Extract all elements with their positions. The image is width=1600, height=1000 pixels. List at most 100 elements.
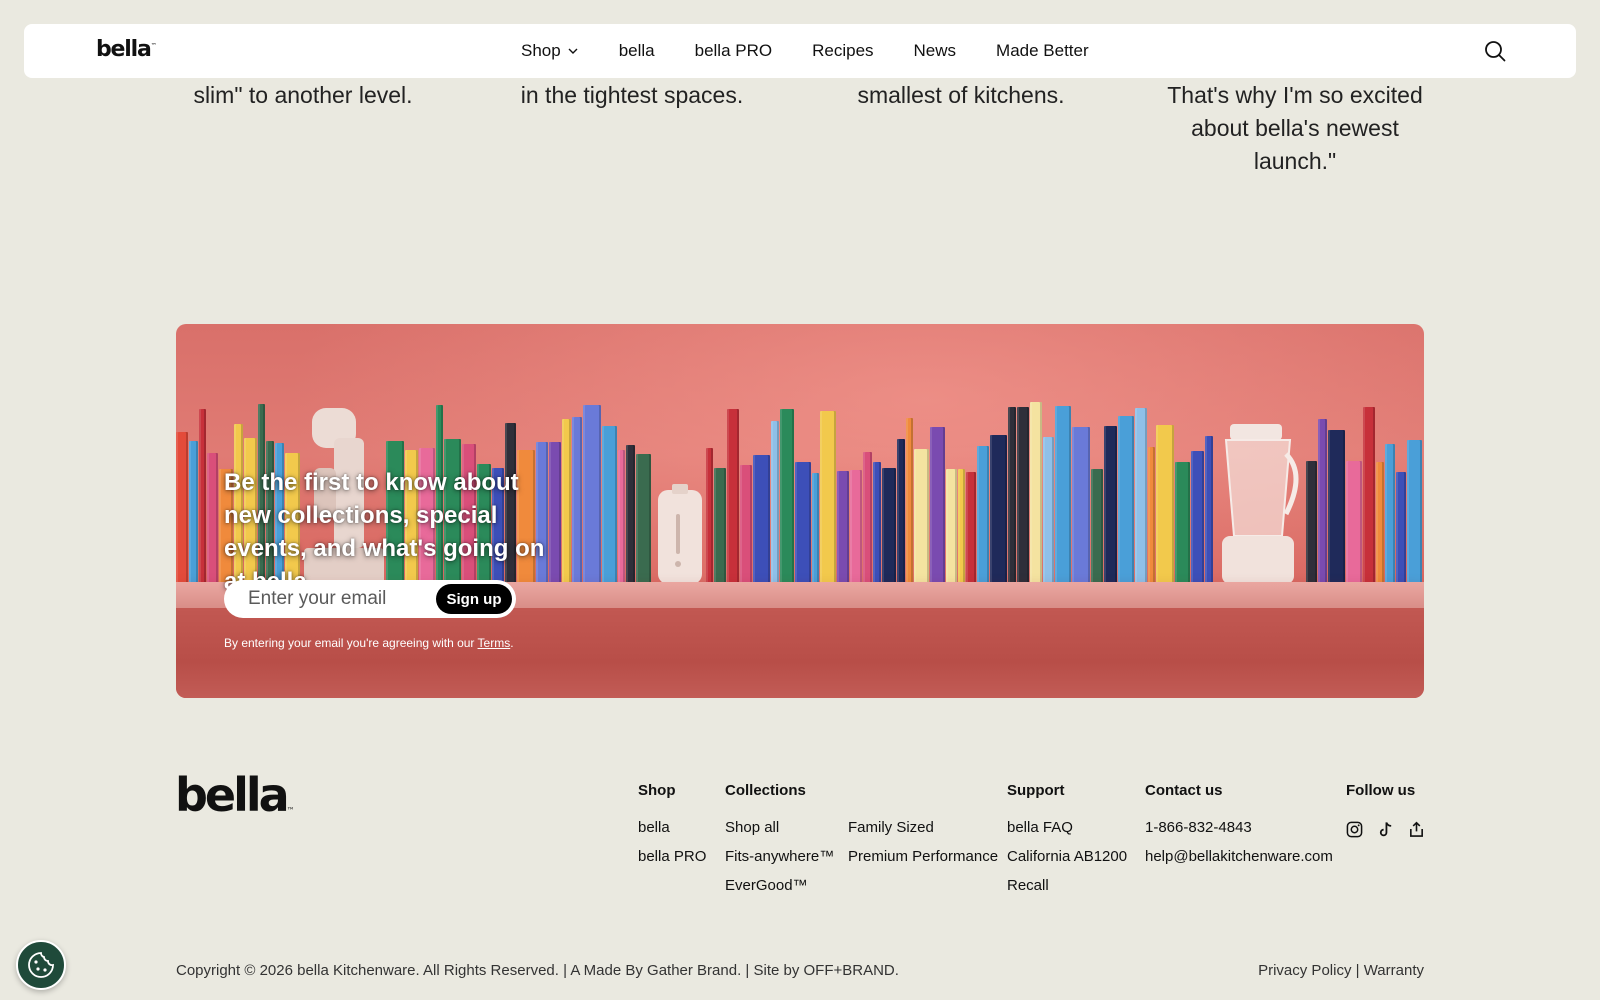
footer-link-california-ab1200[interactable]: California AB1200 xyxy=(1007,848,1127,877)
blender-image xyxy=(1222,424,1299,584)
privacy-policy-link[interactable]: Privacy Policy xyxy=(1258,962,1351,979)
nav-item-label: Shop xyxy=(521,41,561,60)
footer-column-heading: Contact us xyxy=(1145,782,1223,799)
book-spine xyxy=(1328,430,1345,584)
nav-logo-text: bella xyxy=(96,37,152,62)
book-spine xyxy=(1055,406,1071,584)
book-spine xyxy=(1407,440,1422,584)
book-spine xyxy=(199,409,206,584)
book-spine xyxy=(1175,462,1190,584)
chevron-down-icon xyxy=(568,48,578,54)
book-spine xyxy=(863,452,872,584)
email-input[interactable] xyxy=(224,581,424,617)
book-spine xyxy=(176,432,188,584)
book-spine xyxy=(977,446,989,584)
book-spine xyxy=(906,418,913,584)
newsletter-headline: Be the first to know about new collectio… xyxy=(224,469,545,595)
book-spine xyxy=(914,449,929,584)
book-spine xyxy=(1148,447,1155,584)
book-spine xyxy=(882,468,896,584)
footer-link-bella-pro[interactable]: bella PRO xyxy=(638,848,706,877)
primary-nav: Shop bella bella PRO Recipes News Made B… xyxy=(521,24,1089,78)
cookie-settings-button[interactable] xyxy=(16,940,66,990)
book-spine xyxy=(1118,416,1134,584)
footer-logo[interactable]: bella™ xyxy=(175,772,295,818)
sign-up-button[interactable]: Sign up xyxy=(436,584,512,614)
book-spine xyxy=(727,409,739,584)
legal-separator: | xyxy=(1355,962,1360,979)
nav-item-shop[interactable]: Shop xyxy=(521,41,579,61)
book-spine xyxy=(795,462,811,584)
nav-item-news[interactable]: News xyxy=(914,41,957,61)
nav-item-bella[interactable]: bella xyxy=(619,41,655,61)
footer-email-link[interactable]: help@bellakitchenware.com xyxy=(1145,848,1333,877)
book-spine xyxy=(189,441,198,584)
book-spine xyxy=(562,419,571,584)
book-spine xyxy=(740,465,752,584)
instagram-icon[interactable] xyxy=(1346,821,1363,838)
nav-item-recipes[interactable]: Recipes xyxy=(812,41,873,61)
book-spine xyxy=(602,426,617,584)
footer-link-premium-performance[interactable]: Premium Performance xyxy=(848,848,998,877)
testimonial-text: smallest of kitchens. xyxy=(857,82,1065,108)
book-spine xyxy=(946,469,957,584)
book-spine xyxy=(771,421,779,584)
footer-link-shop-all[interactable]: Shop all xyxy=(725,819,834,848)
book-spine xyxy=(1156,425,1174,584)
book-spine xyxy=(618,450,625,584)
book-spine xyxy=(626,445,635,584)
footer-link-faq[interactable]: bella FAQ xyxy=(1007,819,1127,848)
book-spine xyxy=(1191,451,1204,584)
book-spine xyxy=(1363,407,1375,584)
footer-link-evergood[interactable]: EverGood™ xyxy=(725,877,834,906)
footer-collections-column-2: Family Sized Premium Performance xyxy=(848,782,998,877)
footer-collections-column: Collections Shop all Fits-anywhere™ Ever… xyxy=(725,782,834,906)
footer-link-family-sized[interactable]: Family Sized xyxy=(848,819,998,848)
book-spine xyxy=(820,411,836,584)
top-navigation: bella™ Shop bella bella PRO Recipes News… xyxy=(24,24,1576,78)
book-spine xyxy=(850,470,862,584)
book-spine xyxy=(1008,407,1016,584)
testimonial-line: launch." xyxy=(1253,148,1337,174)
footer-logo-trademark: ™ xyxy=(286,806,295,815)
book-spine xyxy=(1030,402,1042,584)
footer-link-fits-anywhere[interactable]: Fits-anywhere™ xyxy=(725,848,834,877)
share-icon[interactable] xyxy=(1408,821,1425,838)
book-spine xyxy=(873,462,881,584)
terms-link[interactable]: Terms xyxy=(478,636,511,650)
footer-shop-column: Shop bella bella PRO xyxy=(638,782,706,877)
book-spine xyxy=(1072,427,1090,584)
search-icon[interactable] xyxy=(1484,40,1506,62)
book-spine xyxy=(583,405,601,584)
footer-link-bella[interactable]: bella xyxy=(638,819,706,848)
book-spine xyxy=(930,427,945,584)
testimonials-section: slim" to another level. in the tightest … xyxy=(0,75,1600,205)
book-spine xyxy=(1135,408,1147,584)
warranty-link[interactable]: Warranty xyxy=(1364,962,1424,979)
book-spine xyxy=(990,435,1007,584)
testimonial-text: That's why I'm so excited about bella's … xyxy=(1145,79,1445,178)
book-spine xyxy=(1017,407,1029,584)
book-spine xyxy=(1385,444,1395,584)
footer-phone-link[interactable]: 1-866-832-4843 xyxy=(1145,819,1333,848)
book-spine xyxy=(1306,461,1317,584)
nav-logo[interactable]: bella™ xyxy=(96,37,157,62)
footer-follow-column: Follow us xyxy=(1346,782,1425,838)
tiktok-icon[interactable] xyxy=(1377,821,1394,838)
shelf-shadow xyxy=(176,608,1424,698)
terms-prefix: By entering your email you're agreeing w… xyxy=(224,636,478,650)
nav-item-bella-pro[interactable]: bella PRO xyxy=(695,41,772,61)
footer-link-recall[interactable]: Recall xyxy=(1007,877,1127,906)
book-spine xyxy=(636,454,651,584)
book-spine xyxy=(753,455,770,584)
newsletter-form: Sign up xyxy=(224,580,516,618)
book-spine xyxy=(1043,437,1054,584)
nav-item-made-better[interactable]: Made Better xyxy=(996,41,1089,61)
nav-logo-trademark: ™ xyxy=(150,42,157,50)
book-spine xyxy=(1376,462,1384,584)
book-spine xyxy=(812,473,819,584)
book-spine xyxy=(207,453,218,584)
book-spine xyxy=(780,409,794,584)
footer-column-heading: Follow us xyxy=(1346,782,1416,799)
social-links xyxy=(1346,821,1425,838)
